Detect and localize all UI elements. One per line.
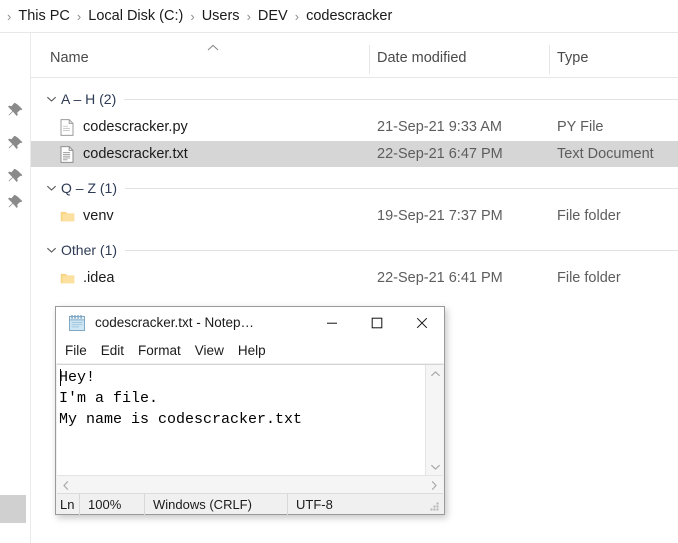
- group-rule: [124, 98, 678, 100]
- menu-item-edit[interactable]: Edit: [101, 343, 124, 358]
- file-date-modified: 22-Sep-21 6:41 PM: [377, 270, 503, 286]
- close-button[interactable]: [399, 307, 444, 338]
- breadcrumb-separator-0: ›: [7, 8, 12, 24]
- chevron-down-icon[interactable]: [41, 89, 61, 109]
- status-encoding: UTF-8: [296, 496, 333, 512]
- navigation-pane-scrollbar-thumb[interactable]: [0, 495, 26, 523]
- group-label: Q – Z (1): [61, 180, 118, 196]
- column-header-name[interactable]: Name: [50, 50, 89, 66]
- menu-item-help[interactable]: Help: [238, 343, 266, 358]
- column-header-date-modified[interactable]: Date modified: [377, 50, 466, 66]
- group-header-a-h[interactable]: A – H (2): [31, 86, 678, 112]
- sort-ascending-icon: [206, 40, 220, 52]
- breadcrumb-item-users[interactable]: Users: [200, 6, 242, 26]
- group-label: Other (1): [61, 242, 118, 258]
- breadcrumb-item-dev[interactable]: DEV: [256, 6, 290, 26]
- resize-grip-icon[interactable]: [428, 500, 440, 512]
- file-list: A – H (2) codescracker.py 21-Sep-21 9:33…: [31, 78, 678, 308]
- file-icon: [59, 118, 75, 136]
- menu-item-view[interactable]: View: [195, 343, 224, 358]
- breadcrumb-item-local-disk[interactable]: Local Disk (C:): [86, 6, 185, 26]
- file-date-modified: 22-Sep-21 6:47 PM: [377, 146, 503, 162]
- notepad-menu-bar: File Edit Format View Help: [56, 338, 444, 363]
- status-zoom-level: 100%: [80, 493, 145, 515]
- horizontal-scrollbar[interactable]: [57, 475, 443, 493]
- file-explorer-window: › This PC › Local Disk (C:) › Users › DE…: [0, 0, 678, 543]
- notepad-text-content: Hey! I'm a file. My name is codescracker…: [59, 369, 303, 428]
- table-row[interactable]: .idea 22-Sep-21 6:41 PM File folder: [31, 265, 678, 291]
- group-label: A – H (2): [61, 91, 117, 107]
- group-rule: [125, 187, 678, 189]
- breadcrumb-separator-4: ›: [294, 8, 300, 24]
- notepad-title-bar[interactable]: codescracker.txt - Notep…: [56, 307, 444, 338]
- folder-icon: [59, 207, 75, 225]
- chevron-down-icon[interactable]: [426, 458, 444, 476]
- chevron-left-icon[interactable]: [57, 476, 75, 494]
- folder-icon: [59, 269, 75, 287]
- breadcrumb-item-codescracker[interactable]: codescracker: [304, 6, 394, 26]
- pin-icon[interactable]: [7, 135, 24, 153]
- chevron-right-icon[interactable]: [425, 476, 443, 494]
- notepad-text-area[interactable]: Hey! I'm a file. My name is codescracker…: [57, 364, 443, 476]
- file-type: File folder: [557, 208, 621, 224]
- status-line-ending: Windows (CRLF): [145, 493, 288, 515]
- text-file-icon: [59, 145, 75, 163]
- maximize-button[interactable]: [354, 307, 399, 338]
- file-type: File folder: [557, 270, 621, 286]
- group-header-other[interactable]: Other (1): [31, 237, 678, 263]
- window-controls: [309, 307, 444, 338]
- chevron-down-icon[interactable]: [41, 178, 61, 198]
- file-name: codescracker.txt: [83, 146, 188, 162]
- chevron-down-icon[interactable]: [41, 240, 61, 260]
- file-name: codescracker.py: [83, 119, 188, 135]
- notepad-icon: [67, 313, 87, 333]
- table-row[interactable]: codescracker.txt 22-Sep-21 6:47 PM Text …: [31, 141, 678, 167]
- group-header-q-z[interactable]: Q – Z (1): [31, 175, 678, 201]
- column-divider[interactable]: [549, 45, 550, 74]
- column-header-type[interactable]: Type: [557, 50, 588, 66]
- file-name: venv: [83, 208, 114, 224]
- column-divider[interactable]: [369, 45, 370, 74]
- file-date-modified: 19-Sep-21 7:37 PM: [377, 208, 503, 224]
- group-rule: [125, 249, 678, 251]
- pin-icon[interactable]: [7, 168, 24, 186]
- notepad-status-bar: Ln 100% Windows (CRLF) UTF-8: [57, 493, 443, 515]
- status-line-column: Ln: [57, 493, 80, 515]
- table-row[interactable]: codescracker.py 21-Sep-21 9:33 AM PY Fil…: [31, 114, 678, 140]
- minimize-button[interactable]: [309, 307, 354, 338]
- breadcrumb-separator-3: ›: [246, 8, 251, 24]
- file-date-modified: 21-Sep-21 9:33 AM: [377, 119, 502, 135]
- notepad-window[interactable]: codescracker.txt - Notep… File Edit Form…: [55, 306, 445, 515]
- breadcrumb[interactable]: › This PC › Local Disk (C:) › Users › DE…: [0, 0, 678, 33]
- breadcrumb-separator-1: ›: [76, 8, 82, 24]
- column-header-row: Name Date modified Type: [31, 41, 678, 77]
- vertical-scrollbar[interactable]: [425, 365, 443, 476]
- breadcrumb-separator-2: ›: [190, 8, 195, 24]
- navigation-pane[interactable]: [0, 33, 31, 543]
- menu-item-file[interactable]: File: [65, 343, 87, 358]
- breadcrumb-item-this-pc[interactable]: This PC: [16, 6, 72, 26]
- file-type: Text Document: [557, 146, 654, 162]
- pin-icon[interactable]: [7, 194, 24, 212]
- table-row[interactable]: venv 19-Sep-21 7:37 PM File folder: [31, 203, 678, 229]
- chevron-up-icon[interactable]: [426, 365, 444, 383]
- menu-item-format[interactable]: Format: [138, 343, 181, 358]
- file-type: PY File: [557, 119, 604, 135]
- file-name: .idea: [83, 270, 115, 286]
- pin-icon[interactable]: [7, 102, 24, 120]
- notepad-title-text: codescracker.txt - Notep…: [95, 315, 255, 330]
